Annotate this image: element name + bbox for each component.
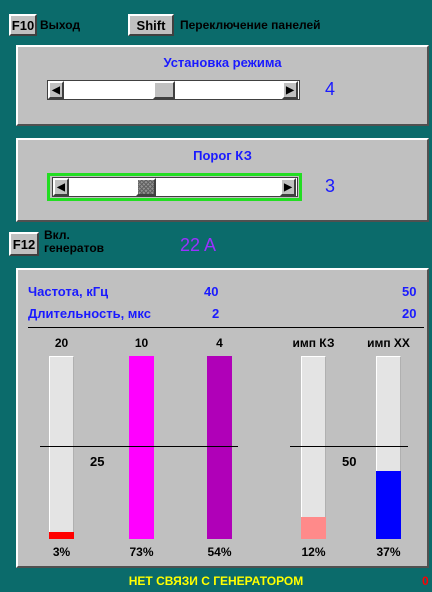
right-group-mark: 50 [342, 454, 357, 469]
short-threshold-value: 3 [325, 176, 336, 196]
mode-panel-title: Установка режима [163, 55, 282, 70]
status-message: НЕТ СВЯЗИ С ГЕНЕРАТОРОМ [128, 574, 304, 588]
generator-current: 22 A [180, 235, 217, 255]
duration-label: Длительность, мкс [28, 306, 151, 321]
bar-top-label: имп КЗ [292, 336, 335, 350]
left-group-mark: 25 [90, 454, 105, 469]
bar-track [49, 356, 74, 539]
short-threshold-title: Порог КЗ [193, 148, 252, 163]
bar-percent-label: 73% [129, 545, 154, 559]
bar-percent-label: 3% [52, 545, 71, 559]
frequency-value-right: 50 [402, 284, 417, 299]
switch-panels-label: Переключение панелей [180, 18, 321, 32]
bar-percent-label: 54% [207, 545, 232, 559]
mode-value: 4 [325, 79, 336, 99]
bar-top-label: 4 [216, 336, 223, 350]
right-group-midline [290, 446, 408, 447]
bar-track [301, 356, 326, 539]
duration-value: 2 [212, 306, 220, 321]
bar-fill [49, 532, 74, 539]
mode-slider-left-arrow-icon[interactable]: ◀ [48, 81, 64, 99]
mode-slider-thumb[interactable] [153, 81, 175, 99]
short-slider-right-arrow-icon[interactable]: ▶ [280, 178, 296, 196]
f12-key[interactable]: F12 [9, 232, 39, 256]
mode-slider-right-arrow-icon[interactable]: ▶ [282, 81, 298, 99]
shift-key[interactable]: Shift [128, 14, 174, 36]
left-group-midline [40, 446, 238, 447]
bar-percent-label: 12% [301, 545, 326, 559]
exit-label: Выход [40, 18, 81, 32]
f10-key[interactable]: F10 [9, 14, 37, 36]
short-slider-left-arrow-icon[interactable]: ◀ [53, 178, 69, 196]
status-digit: 0 [422, 574, 429, 588]
duration-value-right: 20 [402, 306, 417, 321]
bar-top-label: имп ХХ [367, 336, 410, 350]
bar-fill [376, 471, 401, 539]
bar-fill [129, 356, 154, 539]
frequency-value: 40 [204, 284, 219, 299]
bar-top-label: 20 [54, 336, 69, 350]
generator-enable-label: Вкл. генератов [44, 229, 104, 255]
generator-label-line2: генератов [44, 241, 105, 255]
short-slider-track[interactable] [52, 177, 298, 197]
info-divider [28, 327, 424, 328]
short-slider-thumb[interactable] [136, 178, 156, 196]
bar-top-label: 10 [134, 336, 149, 350]
bar-percent-label: 37% [376, 545, 401, 559]
frequency-label: Частота, кГц [28, 284, 109, 299]
bar-fill [301, 517, 326, 539]
bar-fill [207, 356, 232, 539]
